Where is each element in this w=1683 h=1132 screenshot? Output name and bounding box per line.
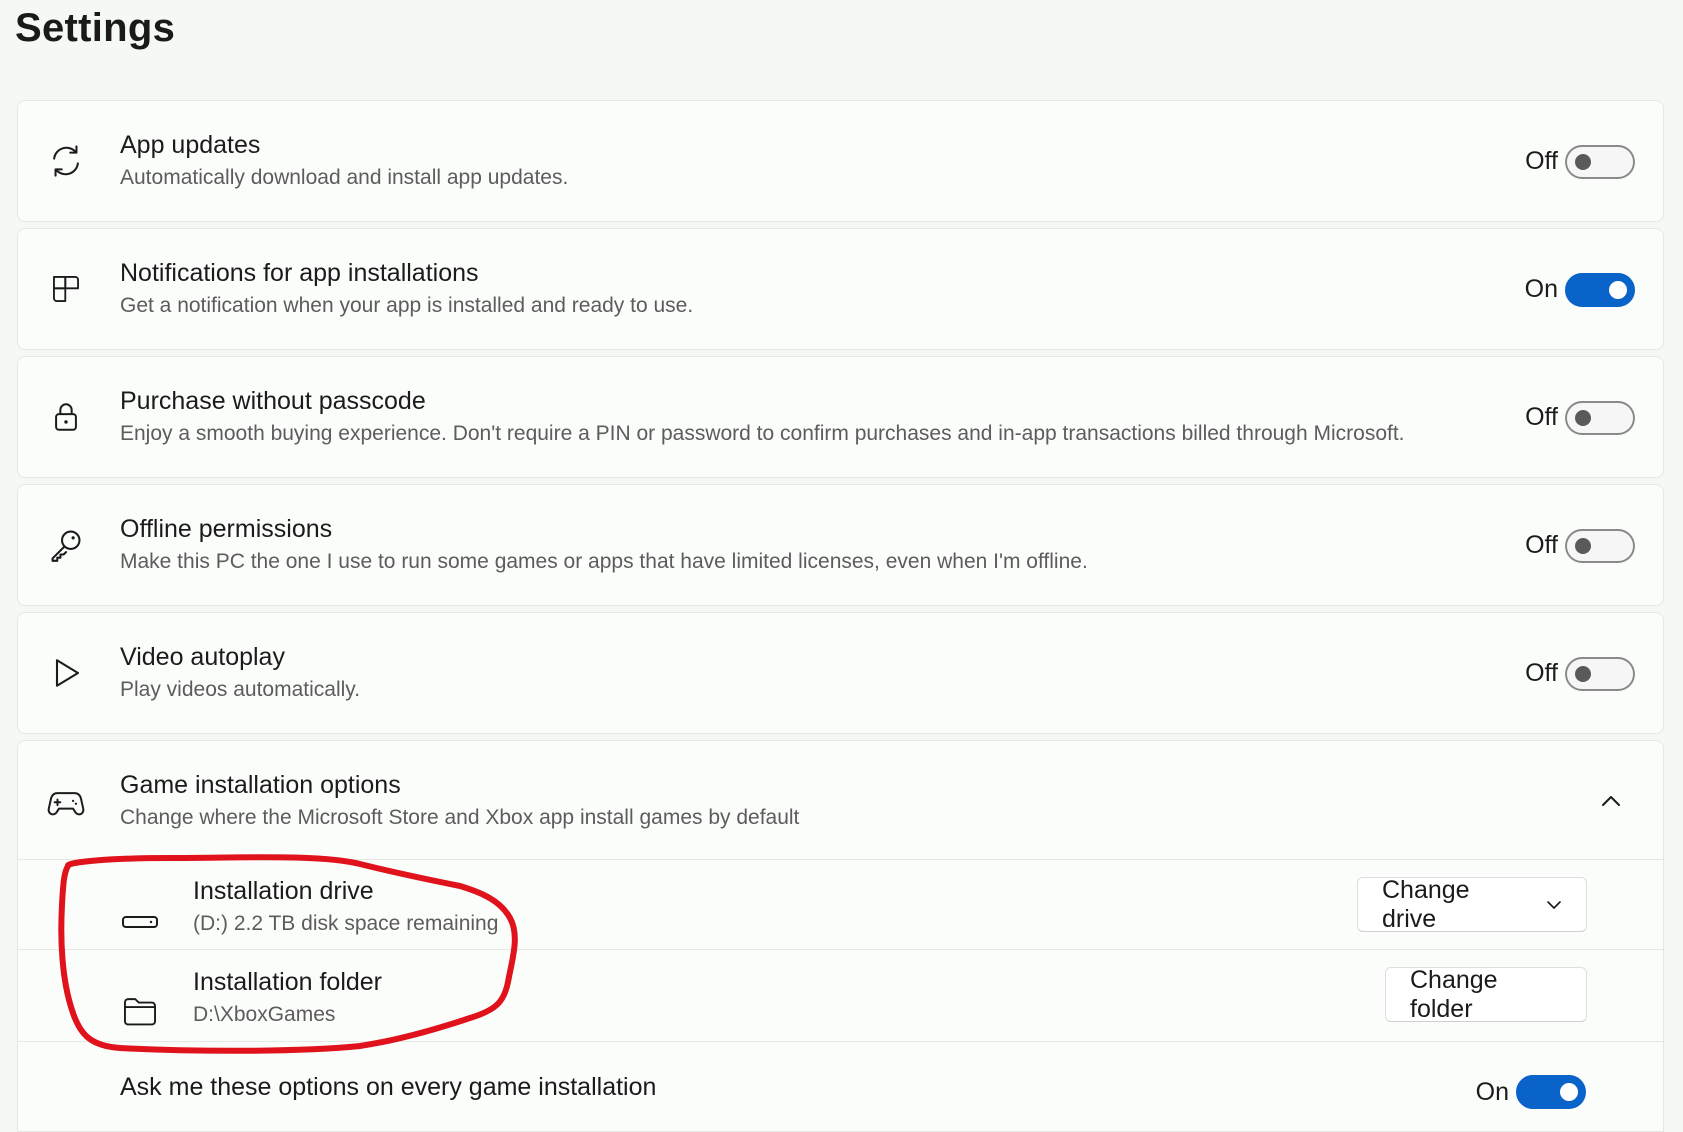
- setting-description: Make this PC the one I use to run some g…: [120, 550, 1088, 573]
- purchase-passcode-toggle[interactable]: [1565, 401, 1635, 435]
- toggle-knob: [1560, 1083, 1578, 1101]
- divider: [18, 949, 1663, 950]
- setting-title: Installation drive: [193, 877, 374, 905]
- change-drive-button[interactable]: Change drive: [1357, 875, 1587, 933]
- setting-title: App updates: [120, 131, 261, 159]
- video-autoplay-toggle[interactable]: [1565, 657, 1635, 691]
- change-folder-button[interactable]: Change folder: [1385, 965, 1587, 1023]
- game-controller-icon: [46, 783, 86, 823]
- toggle-state-label: Off: [1525, 403, 1558, 431]
- app-updates-toggle[interactable]: [1565, 145, 1635, 179]
- divider: [18, 859, 1663, 860]
- setting-title: Purchase without passcode: [120, 387, 426, 415]
- toggle-knob: [1575, 154, 1591, 170]
- toggle-state-label: Off: [1525, 531, 1558, 559]
- toggle-knob: [1575, 538, 1591, 554]
- setting-description: (D:) 2.2 TB disk space remaining: [193, 912, 499, 935]
- setting-card-app-updates: App updates Automatically download and i…: [17, 100, 1664, 222]
- setting-card-purchase-passcode: Purchase without passcode Enjoy a smooth…: [17, 356, 1664, 478]
- refresh-icon: [46, 141, 86, 181]
- toggle-state-label: Off: [1525, 147, 1558, 175]
- toggle-state-label: On: [1475, 1078, 1509, 1106]
- settings-page: Settings App updates Automatically downl…: [0, 0, 1683, 1132]
- toggle-knob: [1609, 281, 1627, 299]
- setting-title: Game installation options: [120, 771, 401, 799]
- game-install-header[interactable]: Game installation options Change where t…: [18, 741, 1663, 861]
- setting-description: Enjoy a smooth buying experience. Don't …: [120, 422, 1405, 445]
- setting-title: Video autoplay: [120, 643, 285, 671]
- offline-permissions-toggle[interactable]: [1565, 529, 1635, 563]
- page-title: Settings: [15, 6, 176, 50]
- setting-description: D:\XboxGames: [193, 1003, 336, 1026]
- setting-description: Get a notification when your app is inst…: [120, 294, 694, 317]
- setting-card-offline-permissions: Offline permissions Make this PC the one…: [17, 484, 1664, 606]
- play-icon: [46, 653, 86, 693]
- toggle-knob: [1575, 410, 1591, 426]
- drive-icon: [118, 902, 162, 942]
- setting-title: Offline permissions: [120, 515, 333, 543]
- ask-every-install-toggle[interactable]: [1516, 1075, 1586, 1109]
- setting-description: Change where the Microsoft Store and Xbo…: [120, 806, 800, 829]
- toggle-state-label: Off: [1525, 659, 1558, 687]
- setting-card-video-autoplay: Video autoplay Play videos automatically…: [17, 612, 1664, 734]
- chevron-up-icon[interactable]: [1599, 793, 1623, 814]
- setting-title: Installation folder: [193, 968, 383, 996]
- change-drive-label: Change drive: [1382, 875, 1470, 933]
- setting-description: Play videos automatically.: [120, 678, 361, 701]
- setting-title: Notifications for app installations: [120, 259, 479, 287]
- divider: [18, 1041, 1663, 1042]
- notification-grid-icon: [46, 269, 86, 309]
- key-icon: [46, 525, 86, 565]
- setting-description: Automatically download and install app u…: [120, 166, 569, 189]
- chevron-down-icon: [1546, 900, 1562, 910]
- notifications-toggle[interactable]: [1565, 273, 1635, 307]
- setting-title: Ask me these options on every game insta…: [120, 1073, 657, 1101]
- change-folder-label: Change folder: [1410, 965, 1498, 1023]
- toggle-state-label: On: [1524, 275, 1558, 303]
- folder-icon: [118, 991, 162, 1031]
- lock-icon: [46, 397, 86, 437]
- toggle-knob: [1575, 666, 1591, 682]
- setting-card-game-install: Game installation options Change where t…: [17, 740, 1664, 1132]
- setting-card-notifications: Notifications for app installations Get …: [17, 228, 1664, 350]
